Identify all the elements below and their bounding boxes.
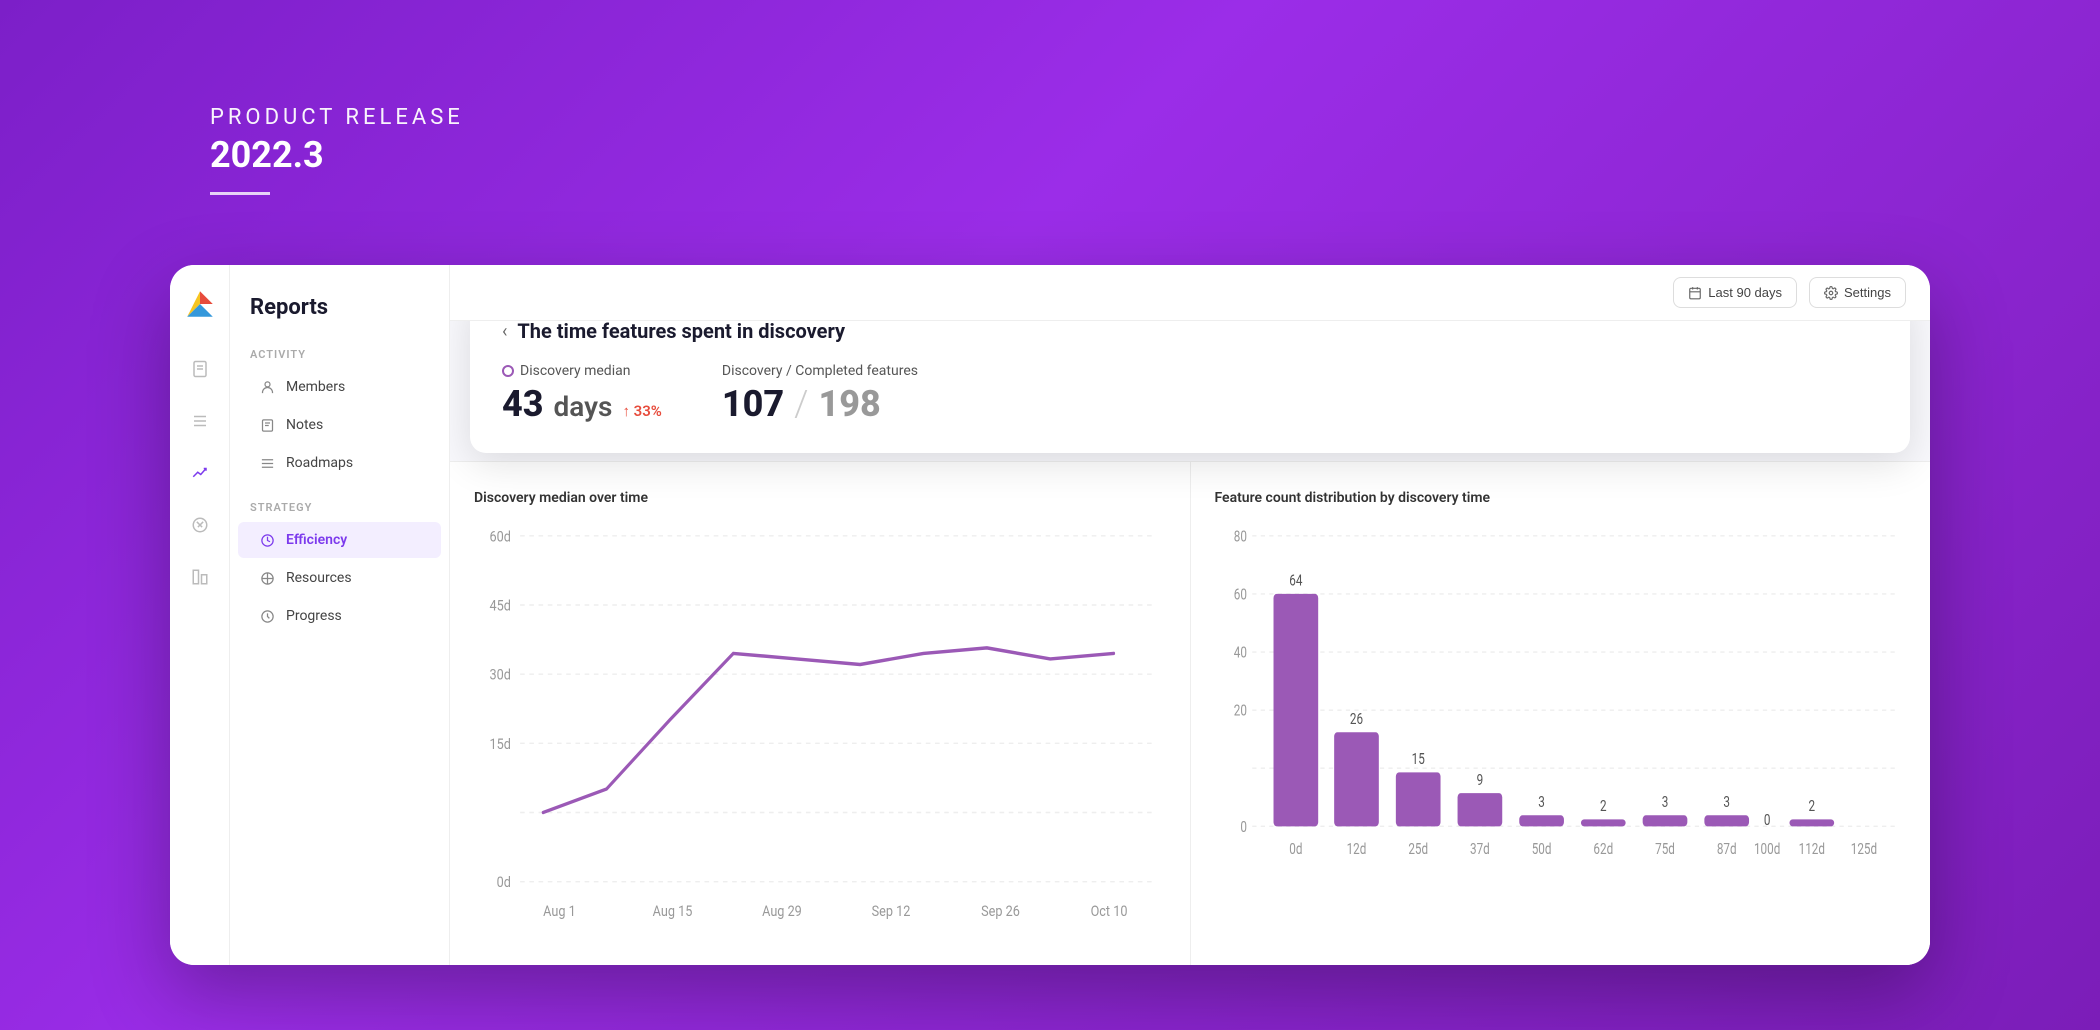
- svg-text:15: 15: [1411, 751, 1424, 769]
- metric-discovery-median: Discovery median 43 days ↑ 33%: [502, 363, 662, 425]
- discovery-completed-label: Discovery / Completed features: [722, 363, 918, 379]
- svg-text:Sep 12: Sep 12: [872, 903, 911, 920]
- discovery-numerator: 107: [722, 383, 784, 425]
- discovery-median-change: ↑ 33%: [622, 402, 661, 420]
- popup-metrics: Discovery median 43 days ↑ 33% Discovery…: [502, 363, 1878, 425]
- progress-icon: [258, 607, 276, 625]
- svg-text:20: 20: [1233, 702, 1246, 720]
- svg-text:37d: 37d: [1470, 841, 1490, 859]
- svg-text:64: 64: [1289, 572, 1302, 590]
- person-icon: [258, 378, 276, 396]
- charts-row: Discovery median over time: [450, 461, 1930, 965]
- content-area: ‹ The time features spent in discovery D…: [450, 321, 1930, 965]
- back-button[interactable]: ‹: [502, 321, 507, 342]
- nav-section-activity: ACTIVITY: [230, 340, 449, 367]
- svg-text:2: 2: [1600, 798, 1607, 816]
- svg-text:Oct 10: Oct 10: [1091, 903, 1128, 920]
- svg-text:112d: 112d: [1798, 841, 1824, 859]
- nav-section-strategy: STRATEGY: [230, 493, 449, 520]
- svg-text:3: 3: [1538, 794, 1545, 812]
- nav-item-roadmaps[interactable]: Roadmaps: [238, 445, 441, 481]
- sidebar-title: Reports: [230, 285, 449, 340]
- nav-item-resources[interactable]: Resources: [238, 560, 441, 596]
- line-chart-container: 60d 45d 30d 15d 0d Aug 1 Aug 15 Aug 29 S…: [474, 522, 1166, 937]
- svg-text:80: 80: [1233, 528, 1246, 546]
- settings-button[interactable]: Settings: [1809, 277, 1906, 308]
- nav-item-notes[interactable]: Notes: [238, 407, 441, 443]
- line-chart-panel: Discovery median over time: [450, 462, 1191, 965]
- svg-text:100d: 100d: [1753, 841, 1779, 859]
- metric-dot: [502, 365, 514, 377]
- discovery-median-unit: days: [554, 390, 613, 423]
- discovery-median-value: 43: [502, 383, 544, 425]
- rail-icon-document[interactable]: [184, 353, 216, 385]
- svg-text:25d: 25d: [1408, 841, 1428, 859]
- svg-text:3: 3: [1723, 794, 1730, 812]
- product-release-label: PRODUCT RELEASE: [210, 105, 2010, 130]
- metric-discovery-completed: Discovery / Completed features 107 / 198: [722, 363, 918, 425]
- topbar: Last 90 days Settings: [450, 265, 1930, 321]
- rail-icon-reports[interactable]: [184, 457, 216, 489]
- svg-text:0d: 0d: [497, 874, 511, 891]
- popup-title: The time features spent in discovery: [517, 321, 845, 343]
- svg-text:Aug 29: Aug 29: [762, 903, 802, 920]
- nav-sidebar: Reports ACTIVITY Members Notes: [230, 265, 450, 965]
- svg-text:0: 0: [1240, 818, 1247, 836]
- discovery-median-label: Discovery median: [520, 363, 630, 379]
- rail-icon-compass[interactable]: [184, 509, 216, 541]
- svg-text:Sep 26: Sep 26: [981, 903, 1020, 920]
- main-content: Last 90 days Settings ‹ The time feature…: [450, 265, 1930, 965]
- discovery-denominator: 198: [818, 383, 880, 425]
- nav-item-members[interactable]: Members: [238, 369, 441, 405]
- date-range-label: Last 90 days: [1708, 285, 1782, 300]
- nav-item-resources-label: Resources: [286, 570, 352, 586]
- svg-text:87d: 87d: [1716, 841, 1736, 859]
- settings-label: Settings: [1844, 285, 1891, 300]
- resources-icon: [258, 569, 276, 587]
- bar-chart-container: 80 60 40 20 0 64: [1215, 522, 1907, 937]
- app-card: Reports ACTIVITY Members Notes: [170, 265, 1930, 965]
- nav-item-efficiency-label: Efficiency: [286, 532, 347, 548]
- svg-text:60d: 60d: [489, 528, 510, 545]
- svg-text:15d: 15d: [489, 736, 510, 753]
- date-range-button[interactable]: Last 90 days: [1673, 277, 1797, 308]
- rail-icon-building[interactable]: [184, 561, 216, 593]
- app-logo[interactable]: [181, 285, 219, 323]
- svg-text:2: 2: [1808, 798, 1815, 816]
- svg-text:75d: 75d: [1655, 841, 1675, 859]
- svg-text:12d: 12d: [1346, 841, 1366, 859]
- bar-chart-title: Feature count distribution by discovery …: [1215, 490, 1907, 506]
- svg-text:40: 40: [1233, 644, 1246, 662]
- svg-text:50d: 50d: [1531, 841, 1551, 859]
- metric-slash: /: [794, 383, 808, 425]
- nav-item-notes-label: Notes: [286, 417, 323, 433]
- nav-item-progress[interactable]: Progress: [238, 598, 441, 634]
- notes-icon: [258, 416, 276, 434]
- svg-text:125d: 125d: [1850, 841, 1876, 859]
- nav-item-roadmaps-label: Roadmaps: [286, 455, 353, 471]
- svg-text:0d: 0d: [1289, 841, 1302, 859]
- svg-text:30d: 30d: [489, 667, 510, 684]
- efficiency-icon: [258, 531, 276, 549]
- nav-item-efficiency[interactable]: Efficiency: [238, 522, 441, 558]
- svg-text:Aug 1: Aug 1: [543, 903, 576, 920]
- svg-text:60: 60: [1233, 586, 1246, 604]
- svg-text:0: 0: [1763, 811, 1770, 829]
- line-chart-title: Discovery median over time: [474, 490, 1166, 506]
- product-release-version: 2022.3: [210, 134, 2010, 176]
- icon-rail: [170, 265, 230, 965]
- svg-text:62d: 62d: [1593, 841, 1613, 859]
- svg-text:Aug 15: Aug 15: [653, 903, 693, 920]
- rail-icon-list[interactable]: [184, 405, 216, 437]
- nav-item-progress-label: Progress: [286, 608, 342, 624]
- svg-text:3: 3: [1661, 794, 1668, 812]
- bar-chart-panel: Feature count distribution by discovery …: [1191, 462, 1931, 965]
- popup-card: ‹ The time features spent in discovery D…: [470, 321, 1910, 453]
- nav-item-members-label: Members: [286, 379, 345, 395]
- svg-text:26: 26: [1349, 711, 1362, 729]
- svg-text:9: 9: [1476, 771, 1483, 789]
- svg-text:45d: 45d: [489, 597, 510, 614]
- header-divider: [210, 192, 270, 195]
- roadmaps-icon: [258, 454, 276, 472]
